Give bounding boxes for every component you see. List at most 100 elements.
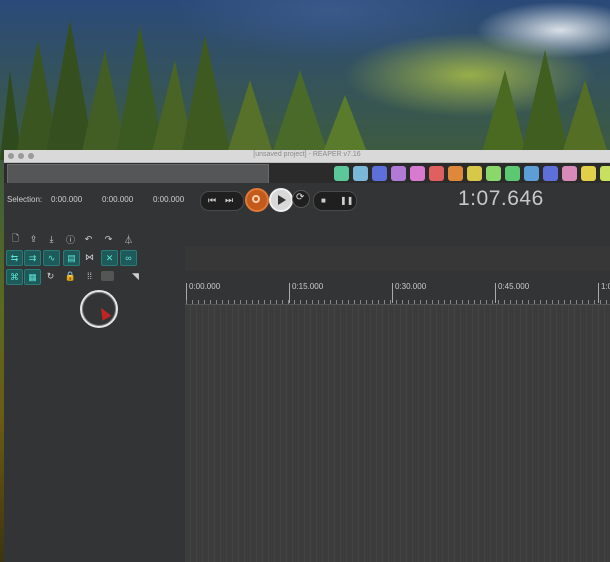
ruler-label: 0:15.000: [292, 282, 324, 291]
ruler-label: 0:45.000: [498, 282, 530, 291]
trim-icon[interactable]: ✕: [101, 250, 118, 266]
rect-icon[interactable]: [101, 271, 114, 281]
color-swatch-3[interactable]: [372, 166, 387, 181]
ruler-minor-tick: [606, 300, 607, 304]
ruler-minor-tick: [258, 300, 259, 304]
forest-wallpaper-trees: [0, 20, 610, 160]
color-swatch-12[interactable]: [543, 166, 558, 181]
selection-start[interactable]: 0:00.000: [51, 195, 82, 204]
ruler-minor-tick: [228, 300, 229, 304]
top-bar: [4, 163, 610, 184]
grid-lines-icon[interactable]: ▦: [24, 269, 41, 285]
window-title: [unsaved project] - REAPER v7.16: [253, 151, 361, 158]
link-icon[interactable]: ∞: [120, 250, 137, 266]
ruler-minor-tick: [372, 300, 373, 304]
timeline-ruler[interactable]: 0:00.000 0:15.000 0:30.000 0:45.000 1:00: [185, 277, 610, 305]
selection-label: Selection:: [7, 195, 43, 204]
ruler-minor-tick: [348, 300, 349, 304]
ruler-minor-tick: [576, 300, 577, 304]
ripple-edit-icon[interactable]: ⇆: [6, 250, 23, 266]
save-project-icon[interactable]: ⤓: [44, 232, 59, 246]
ruler-minor-tick: [366, 300, 367, 304]
ruler-minor-tick: [360, 300, 361, 304]
ruler-minor-tick: [426, 300, 427, 304]
selection-end[interactable]: 0:00.000: [102, 195, 133, 204]
ruler-minor-tick: [414, 300, 415, 304]
undo-icon[interactable]: ↶: [81, 232, 96, 246]
ripple-all-icon[interactable]: ⇉: [24, 250, 41, 266]
loop-icon[interactable]: ↻: [43, 269, 58, 283]
open-project-icon[interactable]: ⇪: [26, 232, 41, 246]
dots-grid-icon[interactable]: ⁞⁞: [82, 269, 97, 283]
go-to-start-icon[interactable]: ⏮: [208, 195, 216, 206]
ruler-minor-tick: [312, 300, 313, 304]
ruler-minor-tick: [282, 300, 283, 304]
ruler-minor-tick: [186, 300, 187, 304]
color-swatch-11[interactable]: [524, 166, 539, 181]
ruler-label: 0:30.000: [395, 282, 427, 291]
repeat-icon: ⟳: [296, 192, 305, 203]
color-swatch-7[interactable]: [448, 166, 463, 181]
time-display[interactable]: 1:07.646: [458, 187, 544, 211]
overview-scrollbar[interactable]: [7, 164, 269, 184]
ruler-minor-tick: [522, 300, 523, 304]
repeat-button[interactable]: ⟳: [292, 190, 310, 208]
ruler-minor-tick: [324, 300, 325, 304]
track-control-panel: 🗋 ⇪ ⤓ ⓘ ↶ ↷ ⏃ ⇆ ⇉ ∿ ▤ ⋈ ✕ ∞ ⌘ ▦ ↻ 🔒 ⁞⁞ ◥: [4, 228, 185, 562]
ruler-minor-tick: [330, 300, 331, 304]
ruler-minor-tick: [486, 300, 487, 304]
color-swatch-6[interactable]: [429, 166, 444, 181]
play-icon: [278, 195, 286, 205]
ruler-minor-tick: [198, 300, 199, 304]
ruler-minor-tick: [540, 300, 541, 304]
color-swatch-1[interactable]: [334, 166, 349, 181]
ruler-minor-tick: [402, 300, 403, 304]
color-swatch-14[interactable]: [581, 166, 596, 181]
stop-icon[interactable]: ■: [321, 196, 326, 205]
auto-crossfade-icon[interactable]: ⋈: [82, 250, 97, 264]
color-swatch-5[interactable]: [410, 166, 425, 181]
ruler-minor-tick: [294, 300, 295, 304]
ruler-minor-tick: [306, 300, 307, 304]
arrow-icon[interactable]: ◥: [128, 269, 143, 283]
ruler-minor-tick: [216, 300, 217, 304]
ruler-minor-tick: [474, 300, 475, 304]
lock-icon[interactable]: 🔒: [63, 269, 78, 283]
ruler-minor-tick: [528, 300, 529, 304]
ruler-minor-tick: [564, 300, 565, 304]
info-icon[interactable]: ⓘ: [63, 232, 78, 246]
ruler-minor-tick: [600, 300, 601, 304]
color-swatch-13[interactable]: [562, 166, 577, 181]
color-swatch-8[interactable]: [467, 166, 482, 181]
color-swatch-10[interactable]: [505, 166, 520, 181]
reaper-window: [unsaved project] - REAPER v7.16 Selecti…: [4, 150, 610, 562]
grid-icon[interactable]: ▤: [63, 250, 80, 266]
ruler-minor-tick: [318, 300, 319, 304]
color-swatch-15[interactable]: [600, 166, 610, 181]
ruler-minor-tick: [552, 300, 553, 304]
selection-length[interactable]: 0:00.000: [153, 195, 184, 204]
new-project-icon[interactable]: 🗋: [8, 232, 23, 246]
ruler-minor-tick: [492, 300, 493, 304]
ruler-minor-tick: [276, 300, 277, 304]
color-swatch-2[interactable]: [353, 166, 368, 181]
envelope-icon[interactable]: ∿: [43, 250, 60, 266]
ruler-minor-tick: [468, 300, 469, 304]
ruler-minor-tick: [354, 300, 355, 304]
arrange-view[interactable]: [185, 305, 610, 562]
snap-icon[interactable]: ⌘: [6, 269, 23, 285]
metronome-icon[interactable]: ⏃: [121, 232, 136, 246]
record-button[interactable]: [245, 188, 269, 212]
go-to-end-icon[interactable]: ⏭: [225, 195, 233, 206]
ruler-minor-tick: [390, 300, 391, 304]
play-button[interactable]: [269, 188, 293, 212]
ruler-major-tick: [289, 283, 290, 303]
redo-icon[interactable]: ↷: [101, 232, 116, 246]
color-swatch-9[interactable]: [486, 166, 501, 181]
color-swatch-4[interactable]: [391, 166, 406, 181]
ruler-label: 1:00: [601, 282, 610, 291]
ruler-minor-tick: [300, 300, 301, 304]
pause-icon[interactable]: ❚❚: [340, 196, 353, 205]
ruler-minor-tick: [264, 300, 265, 304]
title-bar: [unsaved project] - REAPER v7.16: [4, 150, 610, 163]
